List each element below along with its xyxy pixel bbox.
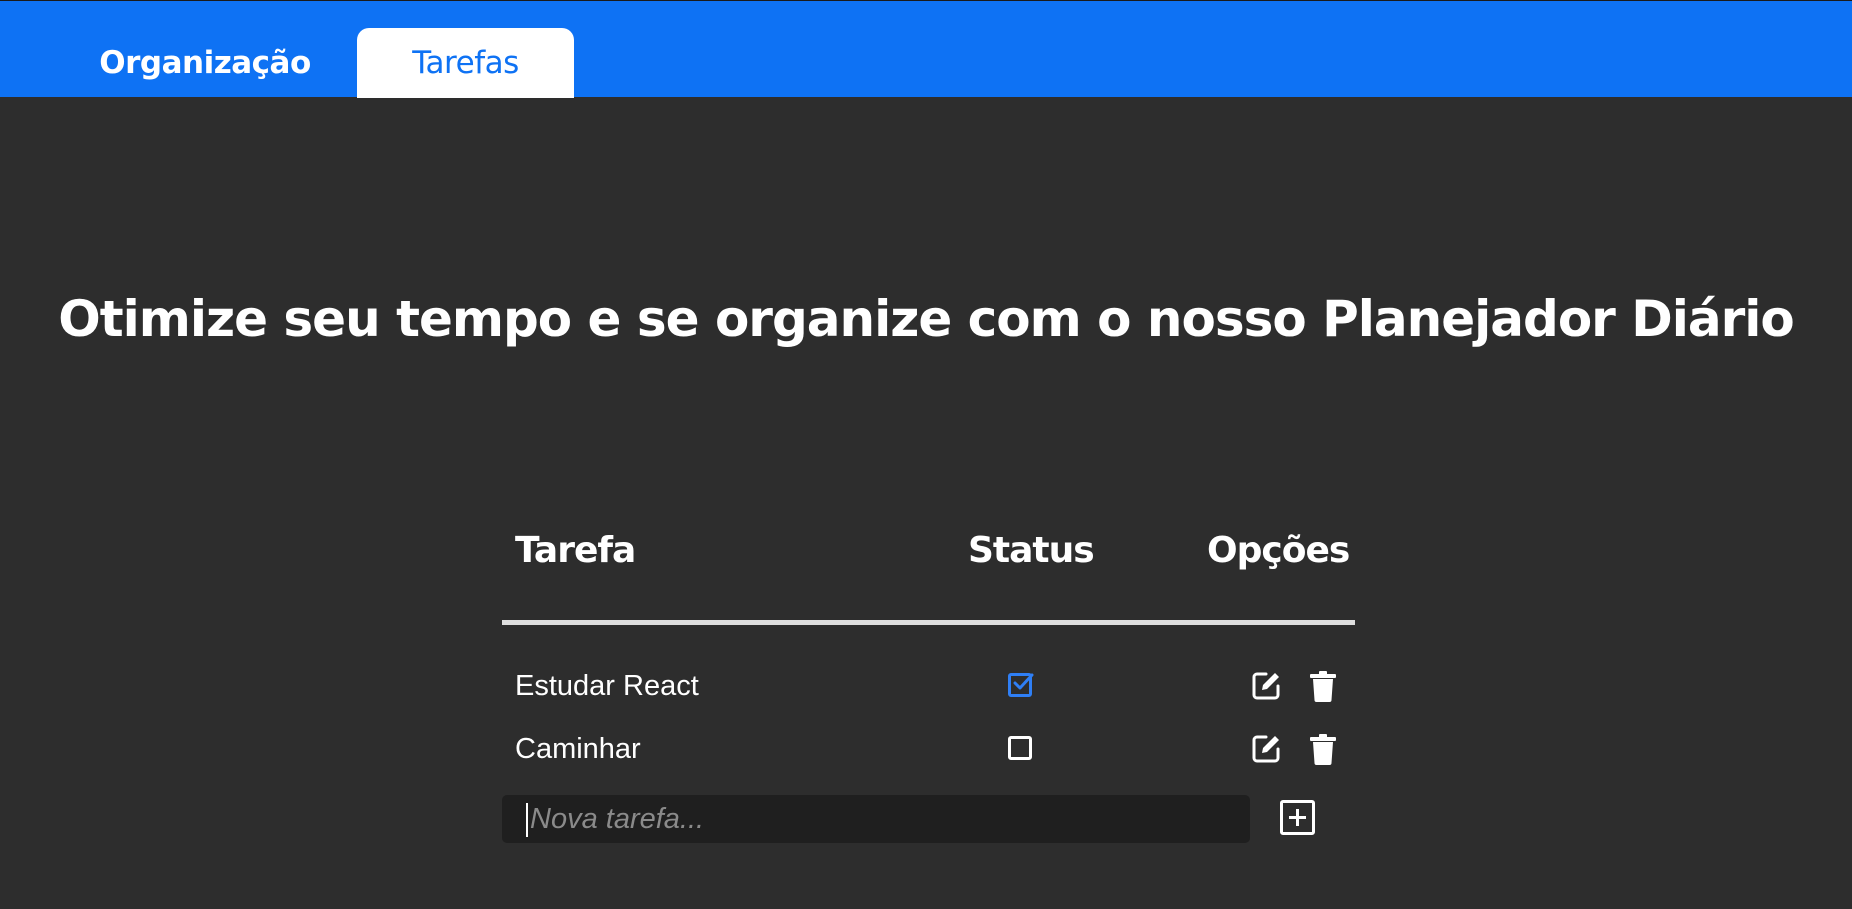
status-checkbox-checked[interactable] bbox=[1008, 673, 1034, 697]
page-title: Otimize seu tempo e se organize com o no… bbox=[58, 290, 1795, 348]
column-header-status: Status bbox=[968, 530, 1095, 571]
tab-tarefas[interactable]: Tarefas bbox=[357, 28, 574, 98]
trash-icon[interactable] bbox=[1309, 733, 1337, 770]
status-checkbox-unchecked[interactable] bbox=[1008, 736, 1032, 760]
task-name: Estudar React bbox=[515, 670, 699, 702]
edit-icon[interactable] bbox=[1250, 733, 1282, 770]
task-row: Caminhar bbox=[502, 725, 1355, 775]
column-header-options: Opções bbox=[1207, 530, 1350, 571]
text-caret bbox=[526, 803, 528, 837]
page: Organização Tarefas Otimize seu tempo e … bbox=[0, 0, 1852, 909]
add-task-button[interactable] bbox=[1280, 800, 1315, 835]
column-header-task: Tarefa bbox=[515, 530, 636, 571]
new-task-row bbox=[502, 795, 1355, 845]
header-divider bbox=[502, 620, 1355, 625]
tab-organizacao[interactable]: Organização bbox=[60, 28, 350, 98]
plus-icon bbox=[1289, 809, 1306, 826]
task-name: Caminhar bbox=[515, 733, 641, 765]
new-task-input[interactable] bbox=[502, 795, 1250, 843]
trash-icon[interactable] bbox=[1309, 670, 1337, 707]
edit-icon[interactable] bbox=[1250, 670, 1282, 707]
top-nav: Organização Tarefas bbox=[0, 0, 1852, 98]
checkmark-icon bbox=[1013, 673, 1034, 690]
task-row: Estudar React bbox=[502, 662, 1355, 712]
